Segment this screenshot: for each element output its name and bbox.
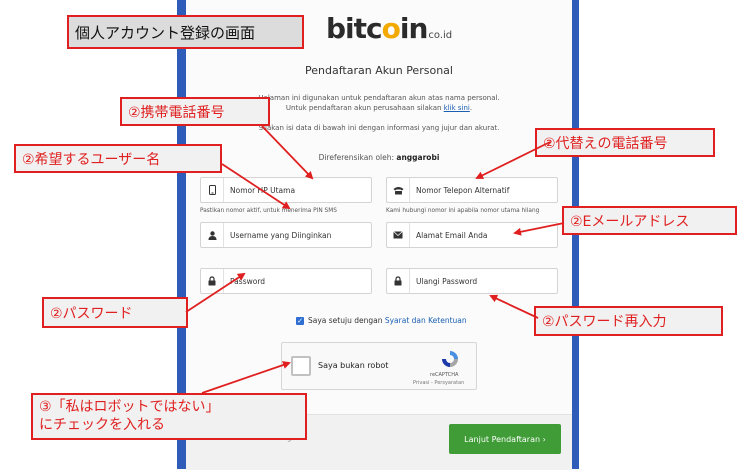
callout-captcha-line2: にチェックを入れる xyxy=(39,417,165,433)
phone-main-placeholder: Nomor HP Utama xyxy=(230,185,296,195)
callout-screen-title: 個人アカウント登録の画面 xyxy=(67,15,304,49)
username-placeholder: Username yang Diinginkan xyxy=(230,230,332,240)
logo-coin: o xyxy=(381,12,401,45)
recaptcha-privacy-links[interactable]: Privasi - Persyaratan xyxy=(413,380,464,386)
recaptcha-widget: Saya bukan robot reCAPTCHA Privasi - Per… xyxy=(281,342,477,390)
email-placeholder: Alamat Email Anda xyxy=(416,230,488,240)
password-repeat-placeholder: Ulangi Password xyxy=(416,276,478,286)
email-input[interactable]: Alamat Email Anda xyxy=(386,222,558,248)
terms-link[interactable]: Syarat dan Ketentuan xyxy=(385,316,467,325)
phone-alt-hint: Kami hubungi nomor ini apabila nomor uta… xyxy=(386,208,540,214)
company-registration-link[interactable]: klik sini xyxy=(444,104,470,112)
telephone-icon xyxy=(387,178,410,202)
password-repeat-input[interactable]: Ulangi Password xyxy=(386,268,558,294)
callout-phone: ②携帯電話番号 xyxy=(120,97,270,126)
referral-label: Direferensikan oleh: xyxy=(318,153,395,162)
phone-main-input[interactable]: Nomor HP Utama xyxy=(200,177,372,203)
logo-text-end: in xyxy=(399,12,429,45)
bitcoin-logo[interactable]: bitcoin co.id xyxy=(326,12,452,46)
phone-main-hint: Pastikan nomor aktif, untuk menerima PIN… xyxy=(200,208,337,214)
logo-text: bitc xyxy=(326,12,383,45)
terms-checkbox[interactable]: ✓ xyxy=(296,316,304,325)
logo-domain: co.id xyxy=(428,30,453,41)
recaptcha-logo-icon xyxy=(442,351,458,367)
lock-icon xyxy=(201,269,224,293)
referral-name: anggarobi xyxy=(396,153,440,162)
continue-registration-button[interactable]: Lanjut Pendaftaran › xyxy=(449,424,561,454)
callout-captcha: ③「私はロボットではない」 にチェックを入れる xyxy=(31,393,307,440)
phone-alt-placeholder: Nomor Telepon Alternatif xyxy=(416,185,510,195)
form-title: Pendaftaran Akun Personal xyxy=(305,64,453,77)
callout-captcha-line1: ③「私はロボットではない」 xyxy=(39,399,220,415)
callout-email: ②Eメールアドレス xyxy=(562,206,737,235)
terms-text: Saya setuju dengan xyxy=(308,316,383,325)
terms-agreement[interactable]: ✓ Saya setuju dengan Syarat dan Ketentua… xyxy=(296,316,467,325)
lock-icon xyxy=(387,269,410,293)
phone-alt-input[interactable]: Nomor Telepon Alternatif xyxy=(386,177,558,203)
callout-username: ②希望するユーザー名 xyxy=(14,144,222,173)
username-input[interactable]: Username yang Diinginkan xyxy=(200,222,372,248)
callout-password-repeat: ②パスワード再入力 xyxy=(534,306,723,336)
password-placeholder: Password xyxy=(230,276,266,286)
recaptcha-checkbox[interactable] xyxy=(291,356,311,376)
user-icon xyxy=(201,223,224,247)
recaptcha-label: Saya bukan robot xyxy=(318,361,389,370)
password-input[interactable]: Password xyxy=(200,268,372,294)
recaptcha-brand: reCAPTCHA xyxy=(430,372,459,378)
mobile-phone-icon xyxy=(201,178,224,202)
callout-alt-phone: ②代替えの電話番号 xyxy=(535,128,715,157)
callout-password: ②パスワード xyxy=(42,297,188,328)
intro-text: Untuk pendaftaran akun perusahaan silaka… xyxy=(285,104,442,112)
referral-info: Direferensikan oleh: anggarobi xyxy=(186,153,572,162)
envelope-icon xyxy=(387,223,410,247)
